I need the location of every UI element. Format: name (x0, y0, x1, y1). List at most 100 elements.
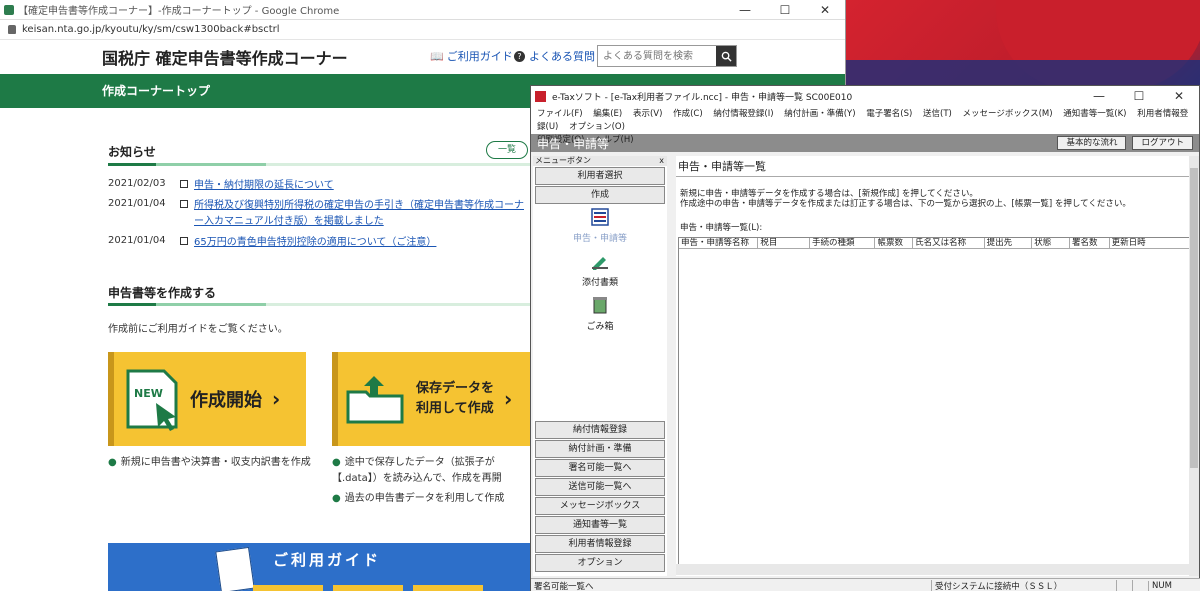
window-icon (180, 200, 188, 208)
instruction-line: 作成途中の申告・申請等データを作成または訂正する場合は、下の一覧から選択の上、[… (680, 199, 1131, 209)
etax-section-band: 申告・申請等 基本的な流れ ログアウト (531, 134, 1199, 152)
news-date: 2021/02/03 (108, 178, 166, 189)
close-icon[interactable]: x (659, 156, 664, 166)
url-text[interactable]: keisan.nta.go.jp/kyoutu/ky/sm/csw1300bac… (22, 24, 280, 35)
vertical-scrollbar[interactable] (1189, 156, 1199, 576)
create-heading: 申告書等を作成する (108, 286, 217, 300)
col-header[interactable]: 提出先 (985, 238, 1033, 248)
filings-table[interactable]: 申告・申請等名称 税目 手続の種類 帳票数 氏名又は名称 提出先 状態 署名数 … (678, 237, 1190, 569)
favicon-icon (4, 4, 14, 15)
basic-flow-button[interactable]: 基本的な流れ (1057, 136, 1127, 150)
search-icon (721, 51, 732, 62)
guide-title[interactable]: ご利用ガイド (273, 549, 381, 570)
menu-panel: メニューボタン x 利用者選択 作成 申告・申請等 添付書類 ごみ箱 納付情報登… (533, 156, 667, 576)
use-saved-data-line1[interactable]: 保存データを (416, 381, 494, 396)
status-left: 署名可能一覧へ (534, 581, 594, 591)
notice-list-button[interactable]: 一覧 (486, 141, 528, 159)
news-link[interactable]: 申告・納付期限の延長について (194, 178, 524, 194)
new-document-icon: NEW (126, 369, 178, 431)
status-connection: 受付システムに接続中（ＳＳＬ） (931, 579, 1116, 591)
close-button[interactable]: ✕ (1159, 89, 1199, 103)
usage-guide-banner[interactable]: ご利用ガイド (108, 543, 538, 591)
news-item: 2021/01/04 65万円の青色申告特別控除の適用について（ご注意） (108, 235, 524, 251)
news-date: 2021/01/04 (108, 198, 166, 209)
start-create-card[interactable]: NEW 作成開始 › (108, 352, 306, 446)
lock-icon (8, 25, 16, 34)
book-icon: 📖 (430, 49, 444, 63)
bullet-item: ● 過去の申告書データを利用して作成 (332, 493, 505, 504)
menu-edit[interactable]: 編集(E) (593, 109, 622, 119)
use-saved-data-line2[interactable]: 利用して作成 (416, 401, 494, 416)
user-info-button[interactable]: 利用者情報登録 (535, 535, 665, 553)
faq-link[interactable]: ? よくある質問 (514, 48, 595, 64)
notices-list-button[interactable]: 通知書等一覧 (535, 516, 665, 534)
col-header[interactable]: 手続の種類 (810, 238, 876, 248)
menu-options[interactable]: オプション(O) (569, 122, 625, 132)
menu-create[interactable]: 作成(C) (673, 109, 703, 119)
content-heading: 申告・申請等一覧 (676, 156, 1192, 177)
menu-view[interactable]: 表示(V) (633, 109, 662, 119)
news-link[interactable]: 所得税及び復興特別所得税の確定申告の手引き（確定申告書等作成コーナー入カマニュア… (194, 198, 524, 230)
col-header[interactable]: 状態 (1032, 238, 1070, 248)
menu-messagebox[interactable]: メッセージボックス(M) (963, 109, 1053, 119)
search-button[interactable] (716, 46, 736, 66)
close-button[interactable]: ✕ (805, 3, 845, 17)
attachments-icon-item[interactable]: 添付書類 (533, 252, 667, 288)
document-icon (215, 546, 255, 591)
payment-info-button[interactable]: 納付情報登録 (535, 421, 665, 439)
col-header[interactable]: 帳票数 (875, 238, 914, 248)
user-select-button[interactable]: 利用者選択 (535, 167, 665, 185)
news-link[interactable]: 65万円の青色申告特別控除の適用について（ご注意） (194, 235, 524, 251)
col-header[interactable]: 氏名又は名称 (913, 238, 985, 248)
faq-label[interactable]: よくある質問 (529, 48, 595, 64)
menu-payment-info[interactable]: 納付情報登録(I) (713, 109, 773, 119)
create-button[interactable]: 作成 (535, 186, 665, 204)
table-header: 申告・申請等名称 税目 手続の種類 帳票数 氏名又は名称 提出先 状態 署名数 … (679, 238, 1189, 249)
address-bar[interactable]: keisan.nta.go.jp/kyoutu/ky/sm/csw1300bac… (0, 20, 845, 40)
sendable-list-button[interactable]: 送信可能一覧へ (535, 478, 665, 496)
news-item: 2021/01/04 所得税及び復興特別所得税の確定申告の手引き（確定申告書等作… (108, 198, 524, 230)
site-title[interactable]: 国税庁 確定申告書等作成コーナー (102, 45, 348, 69)
trash-icon-label: ごみ箱 (586, 322, 614, 332)
filings-icon (591, 208, 609, 226)
maximize-button[interactable]: ☐ (1119, 89, 1159, 103)
minimize-button[interactable]: — (1079, 89, 1119, 103)
create-rule (108, 303, 530, 306)
col-header[interactable]: 更新日時 (1110, 238, 1189, 248)
bullet-item: ● 新規に申告書や決算書・収支内訳書を作成 (108, 457, 311, 468)
start-create-label[interactable]: 作成開始 (190, 386, 262, 412)
bullet-text: 途中で保存したデータ（拡張子が【.data】）を読み込んで、作成を再開 (332, 457, 502, 484)
menu-signature[interactable]: 電子署名(S) (866, 109, 912, 119)
filings-list-panel: 申告・申請等一覧 新規に申告・申請等データを作成する場合は、[新規作成] を押し… (676, 156, 1192, 576)
menu-payment-plan[interactable]: 納付計画・準備(Y) (784, 109, 855, 119)
minimize-button[interactable]: — (725, 3, 765, 17)
news-date: 2021/01/04 (108, 235, 166, 246)
col-header[interactable]: 申告・申請等名称 (679, 238, 759, 248)
maximize-button[interactable]: ☐ (765, 3, 805, 17)
trash-icon-item[interactable]: ごみ箱 (533, 296, 667, 332)
etax-titlebar: e-Taxソフト - [e-Tax利用者ファイル.ncc] - 申告・申請等一覧… (531, 86, 1199, 106)
bullet-text: 過去の申告書データを利用して作成 (344, 493, 505, 504)
search-input[interactable] (598, 46, 716, 66)
use-saved-data-card[interactable]: 保存データを 利用して作成 › (332, 352, 530, 446)
menu-file[interactable]: ファイル(F) (537, 109, 583, 119)
options-button[interactable]: オプション (535, 554, 665, 572)
col-header[interactable]: 署名数 (1070, 238, 1110, 248)
attachments-icon-label: 添付書類 (581, 278, 618, 288)
filings-icon-item[interactable]: 申告・申請等 (533, 208, 667, 244)
menu-notices[interactable]: 通知書等一覧(K) (1063, 109, 1126, 119)
status-num: NUM (1148, 580, 1182, 591)
horizontal-scrollbar[interactable] (676, 564, 1189, 575)
etax-window-title: e-Taxソフト - [e-Tax利用者ファイル.ncc] - 申告・申請等一覧… (552, 92, 853, 103)
window-icon (180, 180, 188, 188)
payment-plan-button[interactable]: 納付計画・準備 (535, 440, 665, 458)
signable-list-button[interactable]: 署名可能一覧へ (535, 459, 665, 477)
help-guide-link[interactable]: 📖 ご利用ガイド (430, 48, 513, 64)
logout-button[interactable]: ログアウト (1132, 136, 1193, 150)
messagebox-button[interactable]: メッセージボックス (535, 497, 665, 515)
menu-send[interactable]: 送信(T) (923, 109, 952, 119)
news-item: 2021/02/03 申告・納付期限の延長について (108, 178, 524, 194)
menu-panel-header: メニューボタン x (533, 156, 667, 166)
help-guide-label[interactable]: ご利用ガイド (447, 48, 513, 64)
col-header[interactable]: 税目 (758, 238, 810, 248)
